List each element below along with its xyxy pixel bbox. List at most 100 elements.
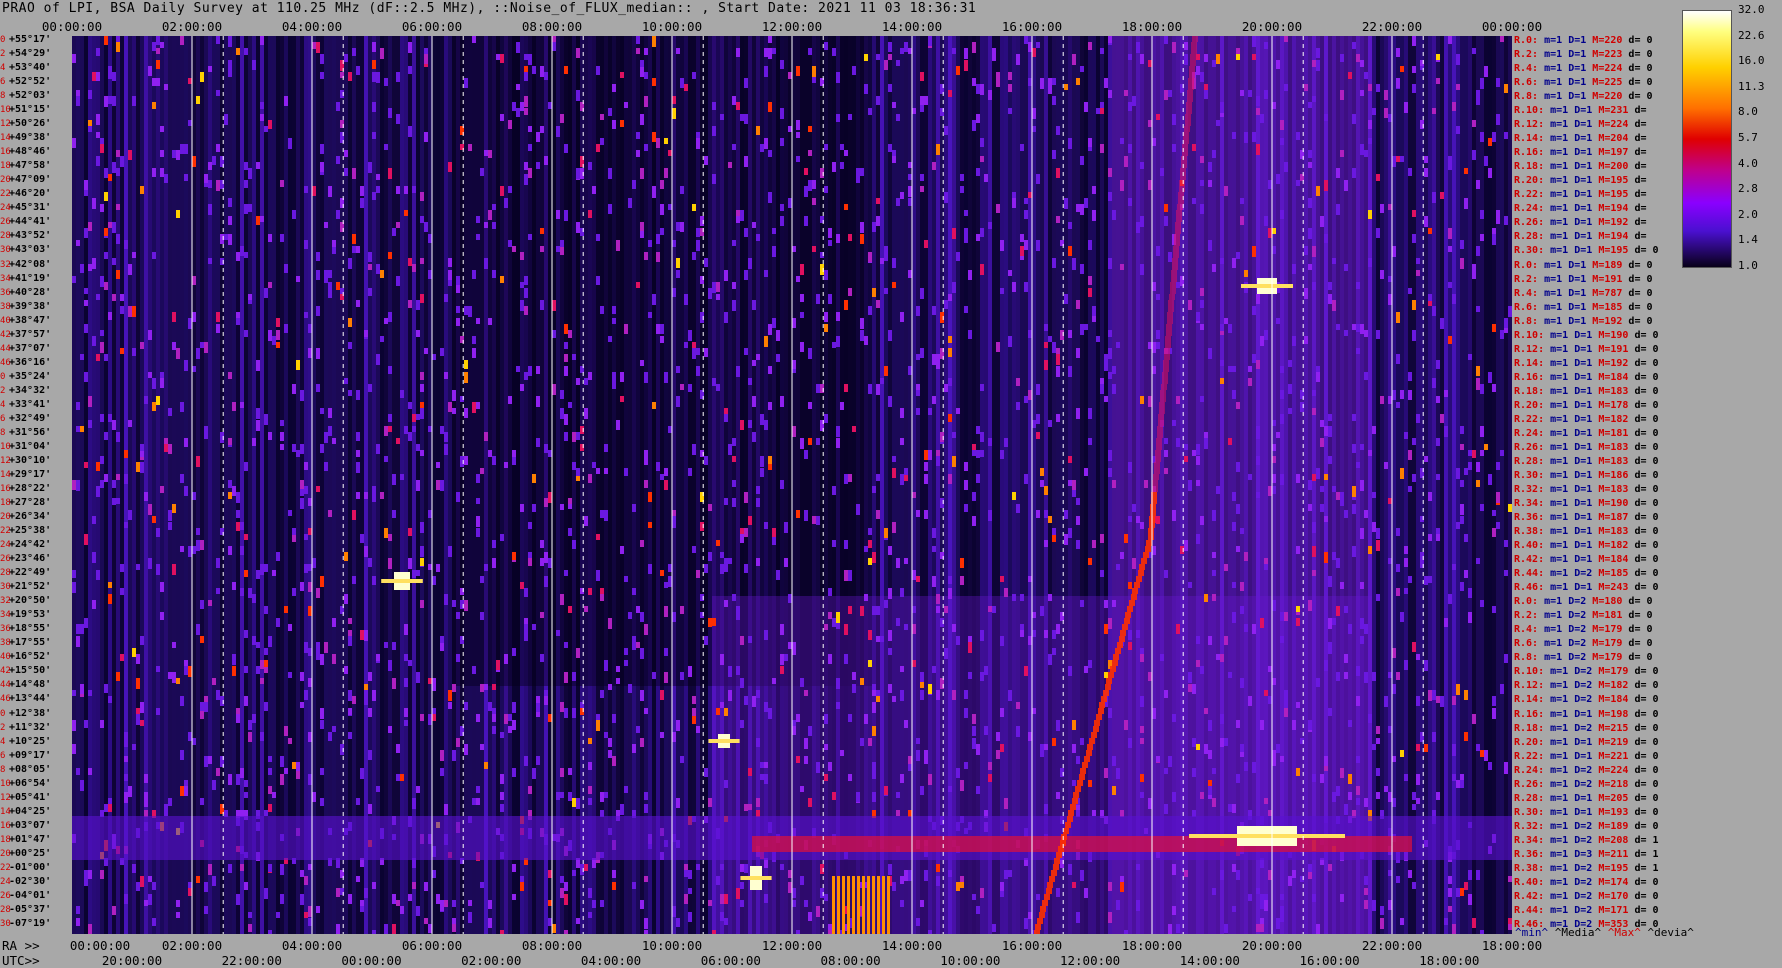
noise-speckle [804, 900, 808, 907]
dec-label-row: 20+47°09' [0, 175, 72, 185]
dev-key: d= [1628, 736, 1653, 748]
noise-speckle [348, 618, 352, 624]
noise-speckle [572, 798, 576, 807]
noise-speckle [1312, 408, 1316, 415]
noise-speckle [1388, 672, 1392, 678]
noise-speckle [652, 36, 656, 47]
noise-speckle [1364, 372, 1368, 380]
noise-speckle [396, 222, 400, 228]
heatmap-column [172, 36, 176, 934]
noise-speckle [132, 864, 136, 873]
noise-speckle [1336, 786, 1340, 796]
noise-speckle [836, 702, 840, 709]
ray-stat-row: R.34: m=1 D=2 M=208 d= 1 [1514, 835, 1659, 846]
noise-speckle [424, 132, 428, 142]
max-value: 192 [1604, 315, 1623, 327]
noise-speckle [136, 714, 140, 722]
noise-speckle [1252, 762, 1256, 773]
max-value: 224 [1604, 63, 1623, 75]
noise-speckle [1416, 654, 1420, 660]
noise-speckle [440, 642, 444, 651]
noise-speckle [740, 210, 744, 221]
median-key: D= [1568, 666, 1587, 678]
noise-speckle [508, 186, 512, 193]
source-trace [1183, 132, 1189, 138]
min-key: m= [1544, 385, 1563, 397]
max-value: 191 [1610, 343, 1629, 355]
source-trace [1091, 732, 1097, 738]
noise-speckle [376, 654, 380, 661]
max-value: 189 [1610, 820, 1629, 832]
noise-speckle [172, 150, 176, 158]
ray-id: R.14: [1514, 133, 1545, 145]
dec-index: 38 [0, 638, 11, 649]
noise-speckle [1256, 426, 1260, 433]
noise-speckle [268, 786, 272, 794]
noise-speckle [1268, 180, 1272, 189]
noise-speckle [932, 306, 936, 315]
noise-speckle [1224, 924, 1228, 933]
dec-label-row: 10+31°04' [0, 442, 72, 452]
noise-speckle [600, 900, 604, 907]
noise-speckle [84, 324, 88, 333]
source-trace [1093, 726, 1099, 732]
noise-speckle [956, 882, 960, 891]
noise-speckle [936, 864, 940, 872]
colorbar-tick-label: 32.0 [1738, 3, 1765, 16]
noise-speckle [336, 210, 340, 219]
noise-speckle [1296, 132, 1300, 140]
max-key: M= [1586, 610, 1605, 622]
noise-speckle [644, 144, 648, 151]
noise-speckle [320, 768, 324, 775]
min-key: m= [1544, 582, 1563, 594]
noise-speckle [1204, 54, 1208, 62]
min-key: m= [1538, 315, 1557, 327]
noise-speckle [1120, 138, 1124, 144]
noise-speckle [1252, 246, 1256, 257]
noise-speckle [260, 732, 264, 741]
noise-speckle [576, 918, 580, 924]
declination-labels: 0 +55°17' 2 +54°29' 4 +53°40' 6 +52°52' 8 +52°03'… [0, 35, 72, 934]
ray-id: R.2: [1514, 49, 1539, 61]
noise-speckle [852, 672, 856, 680]
dec-label-row: 34+19°53' [0, 610, 72, 620]
noise-speckle [304, 642, 308, 653]
noise-speckle [612, 84, 616, 92]
dev-key: d= [1628, 540, 1653, 552]
noise-speckle [1032, 630, 1036, 637]
utc-tick-label: 16:00:00 [1299, 953, 1360, 968]
noise-speckle [1500, 330, 1504, 339]
ray-id: R.2: [1514, 273, 1539, 285]
noise-speckle [440, 348, 444, 356]
noise-speckle [832, 792, 836, 800]
noise-speckle [1252, 306, 1256, 315]
noise-speckle [1240, 744, 1244, 752]
noise-speckle [480, 882, 484, 888]
noise-speckle [1044, 486, 1048, 495]
noise-speckle [1280, 414, 1284, 424]
noise-speckle [904, 474, 908, 481]
noise-speckle [160, 582, 164, 592]
noise-speckle [1056, 354, 1060, 365]
noise-speckle [1184, 42, 1188, 50]
noise-speckle [216, 588, 220, 594]
noise-speckle [716, 876, 720, 885]
noise-speckle [892, 156, 896, 163]
noise-speckle [888, 396, 892, 407]
noise-speckle [544, 156, 548, 165]
noise-speckle [788, 594, 792, 603]
noise-speckle [1064, 294, 1068, 304]
noise-speckle [972, 726, 976, 736]
noise-speckle [788, 642, 792, 649]
noise-speckle [1380, 270, 1384, 279]
noise-speckle [236, 48, 240, 55]
noise-speckle [288, 510, 292, 516]
noise-speckle [912, 624, 916, 634]
noise-speckle [116, 150, 120, 157]
noise-speckle [1244, 624, 1248, 632]
noise-speckle [1340, 894, 1344, 902]
noise-speckle [436, 462, 440, 468]
source-trace [1146, 540, 1152, 546]
noise-speckle [1248, 894, 1252, 901]
noise-speckle [684, 294, 688, 305]
